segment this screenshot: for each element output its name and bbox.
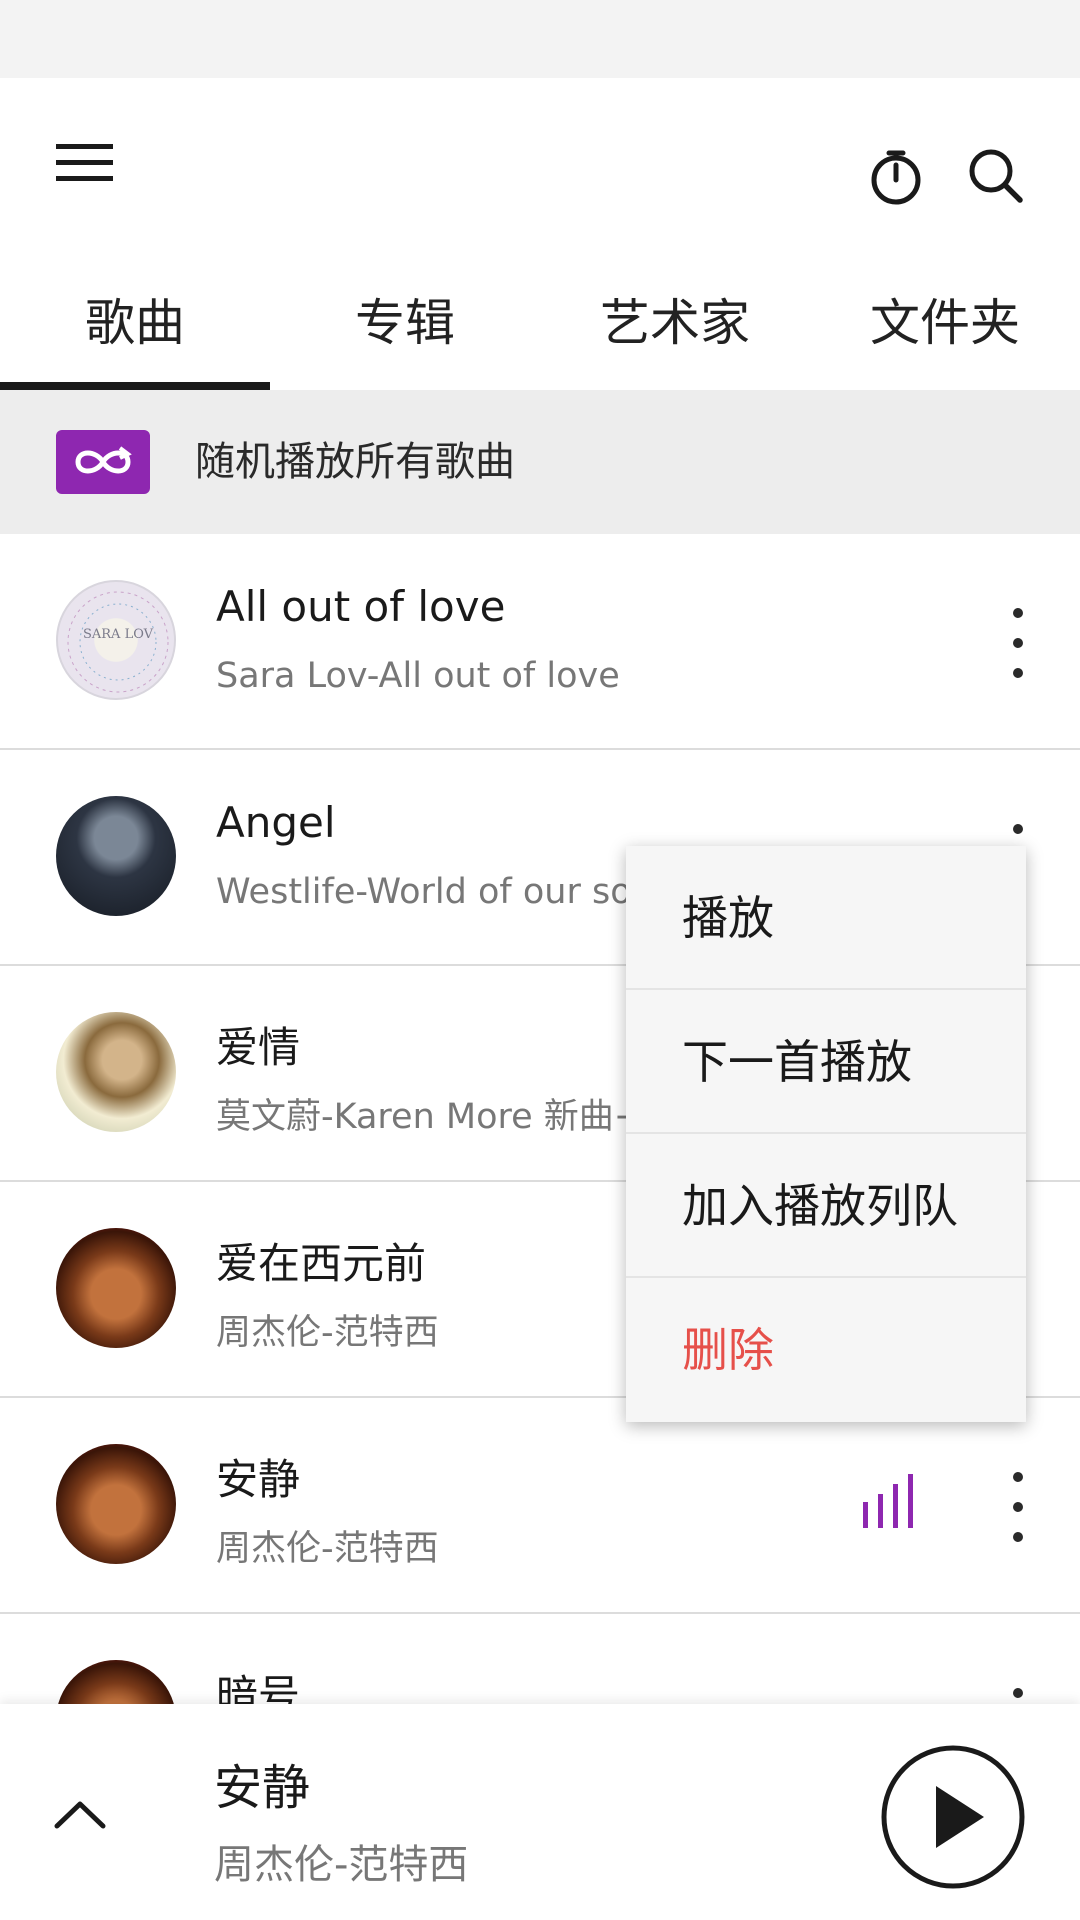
timer-button[interactable] [856, 134, 936, 214]
tab-artists[interactable]: 艺术家 [540, 248, 810, 390]
menu-icon [56, 144, 113, 149]
now-playing-title: 安静 [214, 1760, 311, 1816]
song-title: 爱情 [216, 1023, 301, 1072]
chevron-up-icon [54, 1801, 106, 1829]
tab-bar: 歌曲 专辑 艺术家 文件夹 [0, 248, 1080, 390]
album-art: SARA LOV [56, 580, 176, 700]
album-art [56, 1228, 176, 1348]
menu-item-delete[interactable]: 删除 [626, 1278, 1026, 1422]
more-options-icon[interactable] [1000, 608, 1036, 678]
song-subtitle: 周杰伦-范特西 [216, 1529, 439, 1569]
song-subtitle: Sara Lov-All out of love [216, 656, 620, 696]
now-playing-subtitle: 周杰伦-范特西 [214, 1842, 469, 1888]
search-button[interactable] [956, 134, 1036, 214]
album-art [56, 796, 176, 916]
song-title: All out of love [216, 582, 506, 631]
art-text: SARA LOV [83, 627, 154, 642]
list-item[interactable]: 安静 周杰伦-范特西 [0, 1398, 1080, 1614]
tab-songs[interactable]: 歌曲 [0, 248, 270, 390]
song-subtitle: 周杰伦-范特西 [216, 1313, 439, 1353]
status-bar [0, 0, 1080, 78]
menu-item-play[interactable]: 播放 [626, 846, 1026, 990]
song-title: 安静 [216, 1455, 301, 1504]
shuffle-label: 随机播放所有歌曲 [195, 439, 515, 485]
album-art [56, 1444, 176, 1564]
song-title: 爱在西元前 [216, 1239, 427, 1288]
menu-item-add-to-queue[interactable]: 加入播放列队 [626, 1134, 1026, 1278]
menu-item-play-next[interactable]: 下一首播放 [626, 990, 1026, 1134]
now-playing-equalizer-icon [860, 1468, 926, 1534]
mini-player[interactable]: 安静 周杰伦-范特西 [0, 1704, 1080, 1920]
more-options-icon[interactable] [1000, 1472, 1036, 1542]
song-title: Angel [216, 798, 336, 847]
list-item[interactable]: SARA LOV All out of love Sara Lov-All ou… [0, 534, 1080, 750]
play-button[interactable] [880, 1744, 1026, 1890]
app-bar [0, 78, 1080, 248]
shuffle-icon [56, 430, 150, 494]
tab-albums[interactable]: 专辑 [270, 248, 540, 390]
song-subtitle: Westlife-World of our songs [216, 872, 695, 912]
timer-icon [871, 150, 921, 205]
tab-indicator [0, 382, 270, 390]
search-icon [969, 149, 1023, 203]
context-menu: 播放 下一首播放 加入播放列队 删除 [626, 846, 1026, 1422]
shuffle-all-row[interactable]: 随机播放所有歌曲 [0, 390, 1080, 534]
menu-button[interactable] [40, 130, 130, 200]
tab-folders[interactable]: 文件夹 [810, 248, 1080, 390]
expand-player-button[interactable] [40, 1774, 120, 1854]
album-art [56, 1012, 176, 1132]
play-icon [881, 1745, 1025, 1889]
